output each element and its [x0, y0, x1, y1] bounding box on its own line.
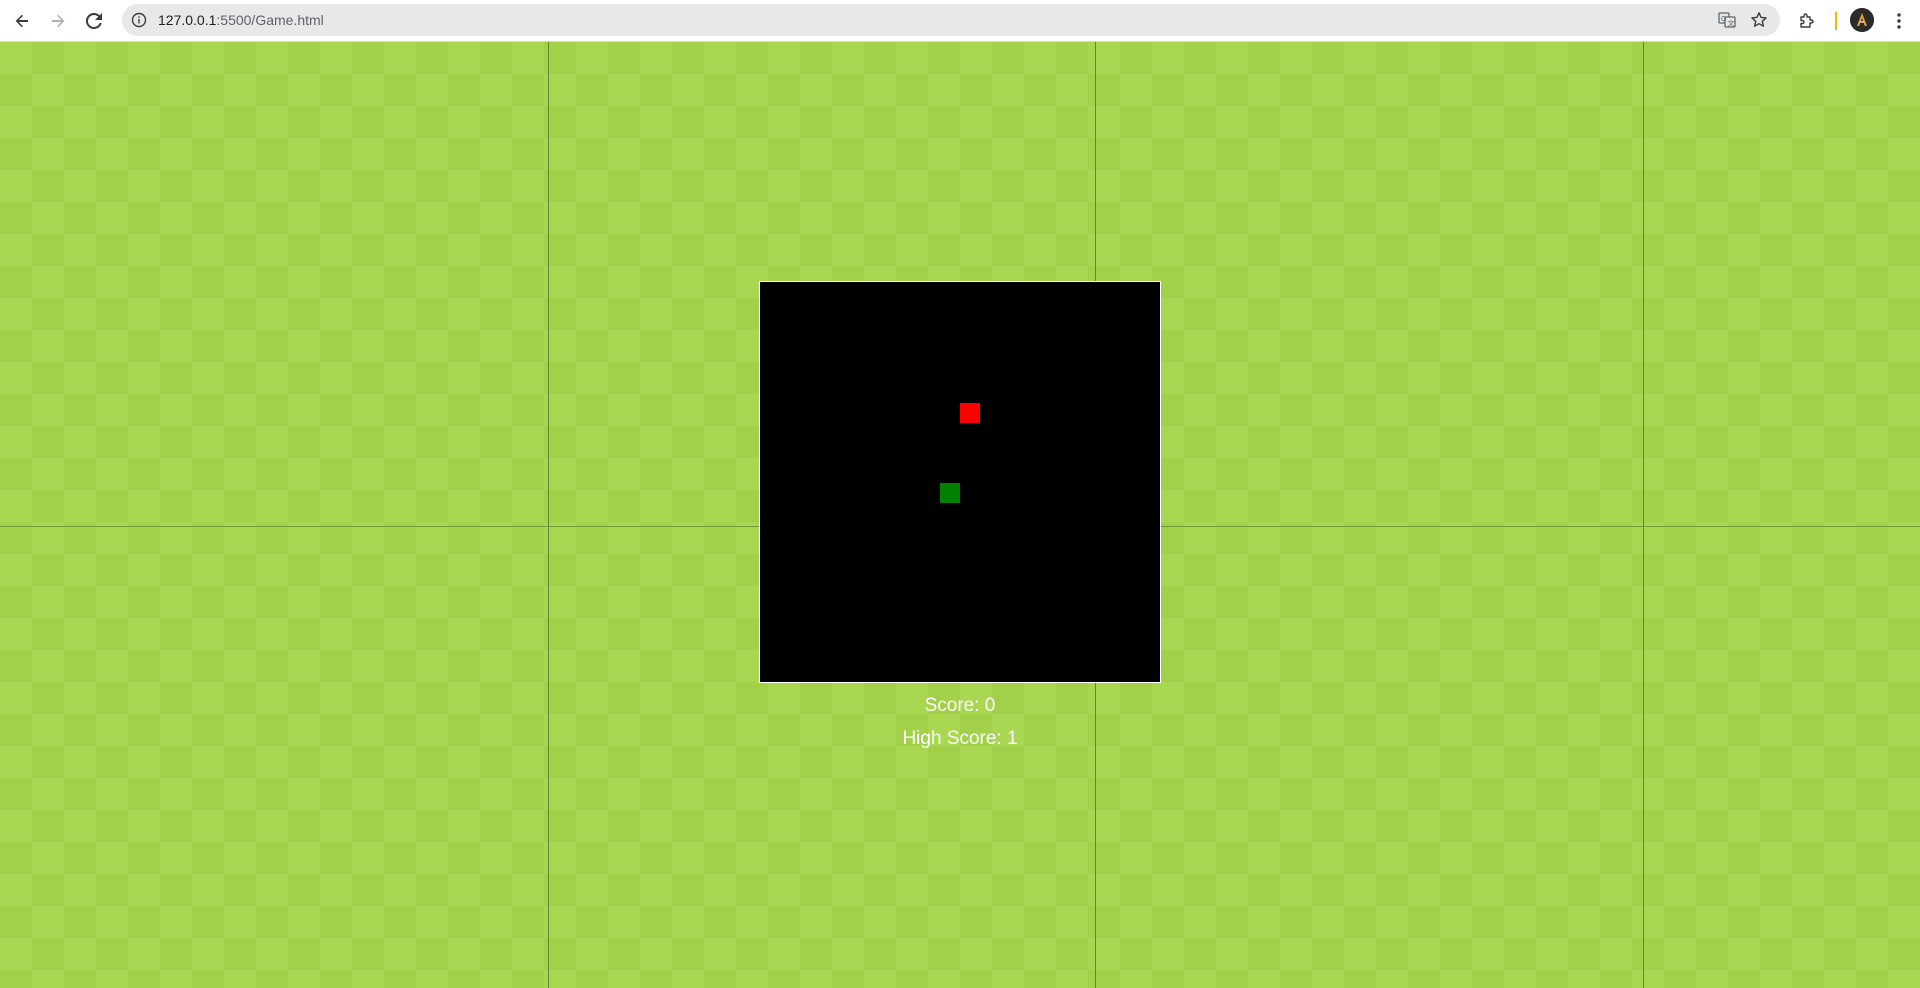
extensions-button[interactable]: [1792, 6, 1822, 36]
menu-kebab-icon: [1897, 13, 1901, 29]
url-text: 127.0.0.1:5500/Game.html: [158, 4, 324, 36]
extensions-icon: [1800, 13, 1814, 28]
back-icon: [15, 14, 28, 28]
background-grid-line: [548, 42, 549, 988]
svg-text:G: G: [1721, 16, 1726, 23]
profile-avatar[interactable]: [1850, 8, 1874, 32]
high-score-label: High Score: 1: [902, 728, 1018, 749]
address-bar[interactable]: 127.0.0.1:5500/Game.html G 文: [122, 4, 1780, 36]
svg-text:文: 文: [1728, 19, 1735, 28]
snake-head: [940, 483, 960, 503]
url-path: :5500/Game.html: [216, 12, 324, 28]
score-label: Score: 0: [924, 695, 996, 716]
url-host: 127.0.0.1: [158, 12, 217, 28]
game-board[interactable]: [759, 281, 1161, 683]
translate-icon[interactable]: G 文: [1716, 9, 1738, 31]
reload-icon: [86, 13, 102, 29]
browser-toolbar: 127.0.0.1:5500/Game.html G 文: [0, 0, 1920, 42]
bookmark-star-icon[interactable]: [1748, 9, 1770, 31]
reload-button[interactable]: [78, 6, 110, 36]
browser-menu-button[interactable]: [1884, 6, 1914, 36]
back-button[interactable]: [6, 6, 38, 36]
forward-icon: [52, 14, 65, 28]
food-block: [960, 403, 980, 423]
forward-button[interactable]: [42, 6, 74, 36]
background-grid-line: [1643, 42, 1644, 988]
game-page: Score: 0 High Score: 1: [0, 42, 1920, 988]
site-info-icon[interactable]: [130, 11, 148, 29]
toolbar-divider: [1835, 12, 1837, 30]
